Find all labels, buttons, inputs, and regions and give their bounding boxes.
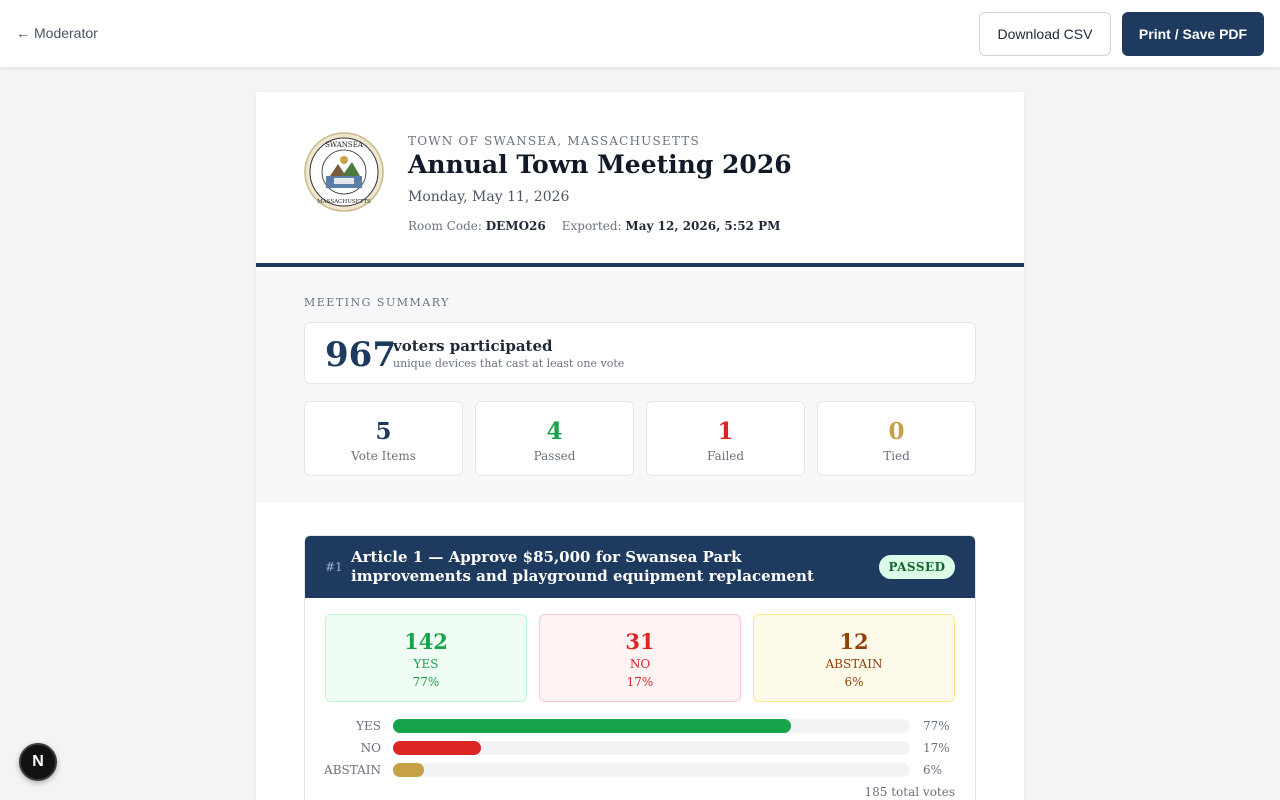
back-to-moderator-link[interactable]: ← Moderator xyxy=(16,25,98,41)
svg-text:MASSACHUSETTS: MASSACHUSETTS xyxy=(317,199,371,205)
total-votes: 185 total votes xyxy=(864,785,955,799)
stat-vote-items: 5 Vote Items xyxy=(304,401,463,476)
exported-time: May 12, 2026, 5:52 PM xyxy=(625,219,781,233)
stat-failed: 1 Failed xyxy=(646,401,805,476)
participants-count: 967 xyxy=(325,335,396,375)
tally-no: 31 NO 17% xyxy=(539,614,741,702)
print-save-pdf-button[interactable]: Print / Save PDF xyxy=(1122,12,1264,56)
stat-passed: 4 Passed xyxy=(475,401,634,476)
participants-title: voters participated xyxy=(393,337,553,355)
town-name: TOWN OF SWANSEA, MASSACHUSETTS xyxy=(408,134,700,148)
meeting-meta: Room Code: DEMO26 Exported: May 12, 2026,… xyxy=(408,219,781,233)
bar-fill-no xyxy=(393,741,481,755)
tally-abstain: 12 ABSTAIN 6% xyxy=(753,614,955,702)
report-header: SWANSEA MASSACHUSETTS TOWN OF SWANSEA, M… xyxy=(256,92,1024,267)
vote-item-card: #1 Article 1 — Approve $85,000 for Swans… xyxy=(304,535,976,800)
bar-fill-abstain xyxy=(393,763,425,777)
stat-tied: 0 Tied xyxy=(817,401,976,476)
participants-subtitle: unique devices that cast at least one vo… xyxy=(393,357,625,370)
download-csv-button[interactable]: Download CSV xyxy=(979,12,1111,56)
vote-item-number: #1 xyxy=(325,560,343,574)
meeting-title: Annual Town Meeting 2026 xyxy=(408,150,792,179)
arrow-left-icon: ← xyxy=(16,25,30,41)
vote-item-title: Article 1 — Approve $85,000 for Swansea … xyxy=(351,548,814,585)
meeting-date: Monday, May 11, 2026 xyxy=(408,189,570,205)
report-card: SWANSEA MASSACHUSETTS TOWN OF SWANSEA, M… xyxy=(256,92,1024,800)
town-seal-icon: SWANSEA MASSACHUSETTS xyxy=(304,132,384,212)
meeting-summary: MEETING SUMMARY 967 voters participated … xyxy=(256,271,1024,503)
summary-label: MEETING SUMMARY xyxy=(304,296,450,309)
vote-item-header: #1 Article 1 — Approve $85,000 for Swans… xyxy=(305,536,975,598)
tally-yes: 142 YES 77% xyxy=(325,614,527,702)
bar-no: NO 17% xyxy=(360,741,950,755)
status-badge: PASSED xyxy=(879,555,955,579)
svg-text:SWANSEA: SWANSEA xyxy=(325,141,364,149)
top-bar: ← Moderator Download CSV Print / Save PD… xyxy=(0,0,1280,68)
room-code: DEMO26 xyxy=(485,219,546,233)
back-label: Moderator xyxy=(34,25,98,41)
participants-card: 967 voters participated unique devices t… xyxy=(304,322,976,384)
bar-abstain: ABSTAIN 6% xyxy=(324,763,943,777)
bar-yes: YES 77% xyxy=(356,719,950,733)
bar-fill-yes xyxy=(393,719,792,733)
dev-tools-button[interactable]: N xyxy=(19,743,57,781)
